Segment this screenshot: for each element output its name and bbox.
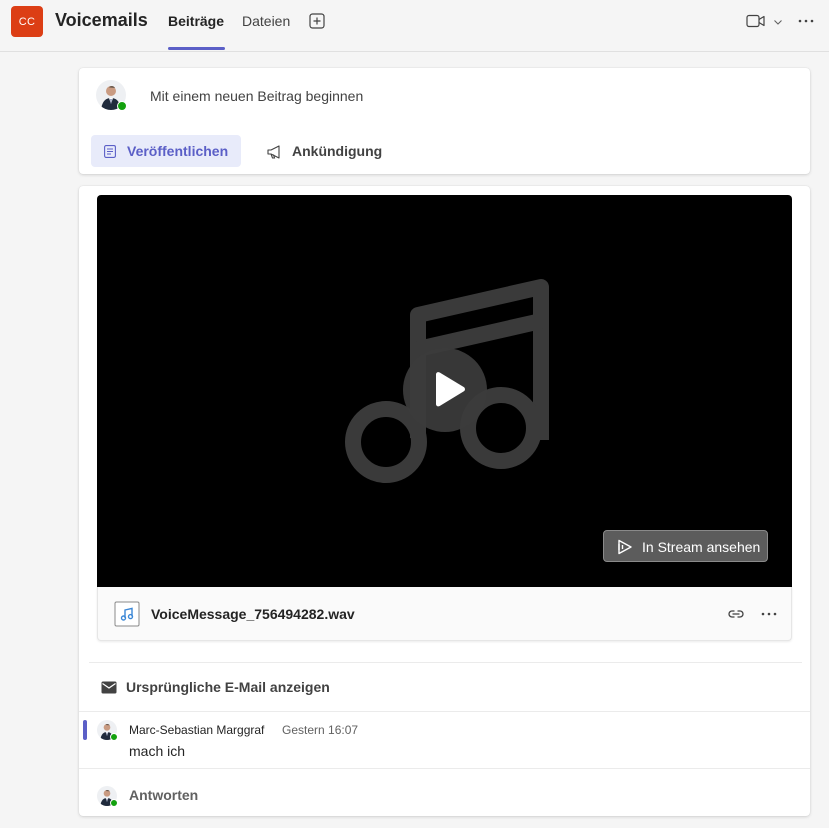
reply-text: mach ich	[129, 743, 186, 759]
mail-icon	[101, 681, 117, 694]
announcement-button[interactable]: Ankündigung	[265, 135, 405, 167]
unread-indicator	[83, 720, 87, 740]
reply-button[interactable]: Antworten	[129, 787, 198, 803]
copy-link-icon[interactable]	[727, 605, 745, 623]
presence-available-icon	[110, 733, 118, 741]
team-avatar[interactable]: CC	[11, 6, 43, 37]
new-post-input[interactable]: Mit einem neuen Beitrag beginnen	[150, 88, 363, 104]
play-icon	[436, 372, 465, 407]
channel-header: CC Voicemails Beiträge Dateien	[0, 0, 829, 52]
channel-title: Voicemails	[55, 10, 148, 30]
announcement-label: Ankündigung	[292, 143, 383, 159]
divider	[89, 662, 802, 663]
publish-button-label: Veröffentlichen	[127, 143, 229, 159]
chevron-down-icon[interactable]	[772, 15, 784, 27]
audio-file-icon	[114, 601, 140, 627]
video-camera-icon[interactable]	[746, 13, 766, 29]
megaphone-icon	[267, 145, 280, 159]
show-original-email-label: Ursprüngliche E-Mail anzeigen	[126, 679, 330, 695]
file-attachment[interactable]: VoiceMessage_756494282.wav	[97, 587, 792, 641]
active-tab-indicator	[168, 47, 225, 50]
new-post-card: Mit einem neuen Beitrag beginnen Veröffe…	[79, 68, 810, 174]
presence-available-icon	[117, 101, 127, 111]
presence-available-icon	[110, 799, 118, 807]
tab-files[interactable]: Dateien	[242, 13, 290, 29]
reply-timestamp: Gestern 16:07	[282, 723, 359, 737]
file-more-icon[interactable]	[760, 605, 778, 623]
watch-in-stream-label: In Stream ansehen	[642, 539, 761, 555]
tab-posts[interactable]: Beiträge	[168, 13, 224, 29]
post-icon	[104, 145, 116, 158]
reply-author[interactable]: Marc-Sebastian Marggraf	[129, 723, 264, 737]
divider	[79, 768, 810, 769]
stream-icon	[618, 539, 632, 555]
video-player[interactable]: In Stream ansehen	[97, 195, 792, 587]
more-icon[interactable]	[797, 12, 815, 30]
watch-in-stream-button[interactable]: In Stream ansehen	[603, 530, 768, 562]
play-button[interactable]	[403, 348, 487, 432]
file-name[interactable]: VoiceMessage_756494282.wav	[151, 606, 355, 622]
publish-button[interactable]: Veröffentlichen	[91, 135, 241, 167]
divider	[79, 711, 810, 712]
add-tab-icon[interactable]	[309, 13, 325, 29]
voicemail-post: In Stream ansehen VoiceMessage_756494282…	[79, 186, 810, 816]
